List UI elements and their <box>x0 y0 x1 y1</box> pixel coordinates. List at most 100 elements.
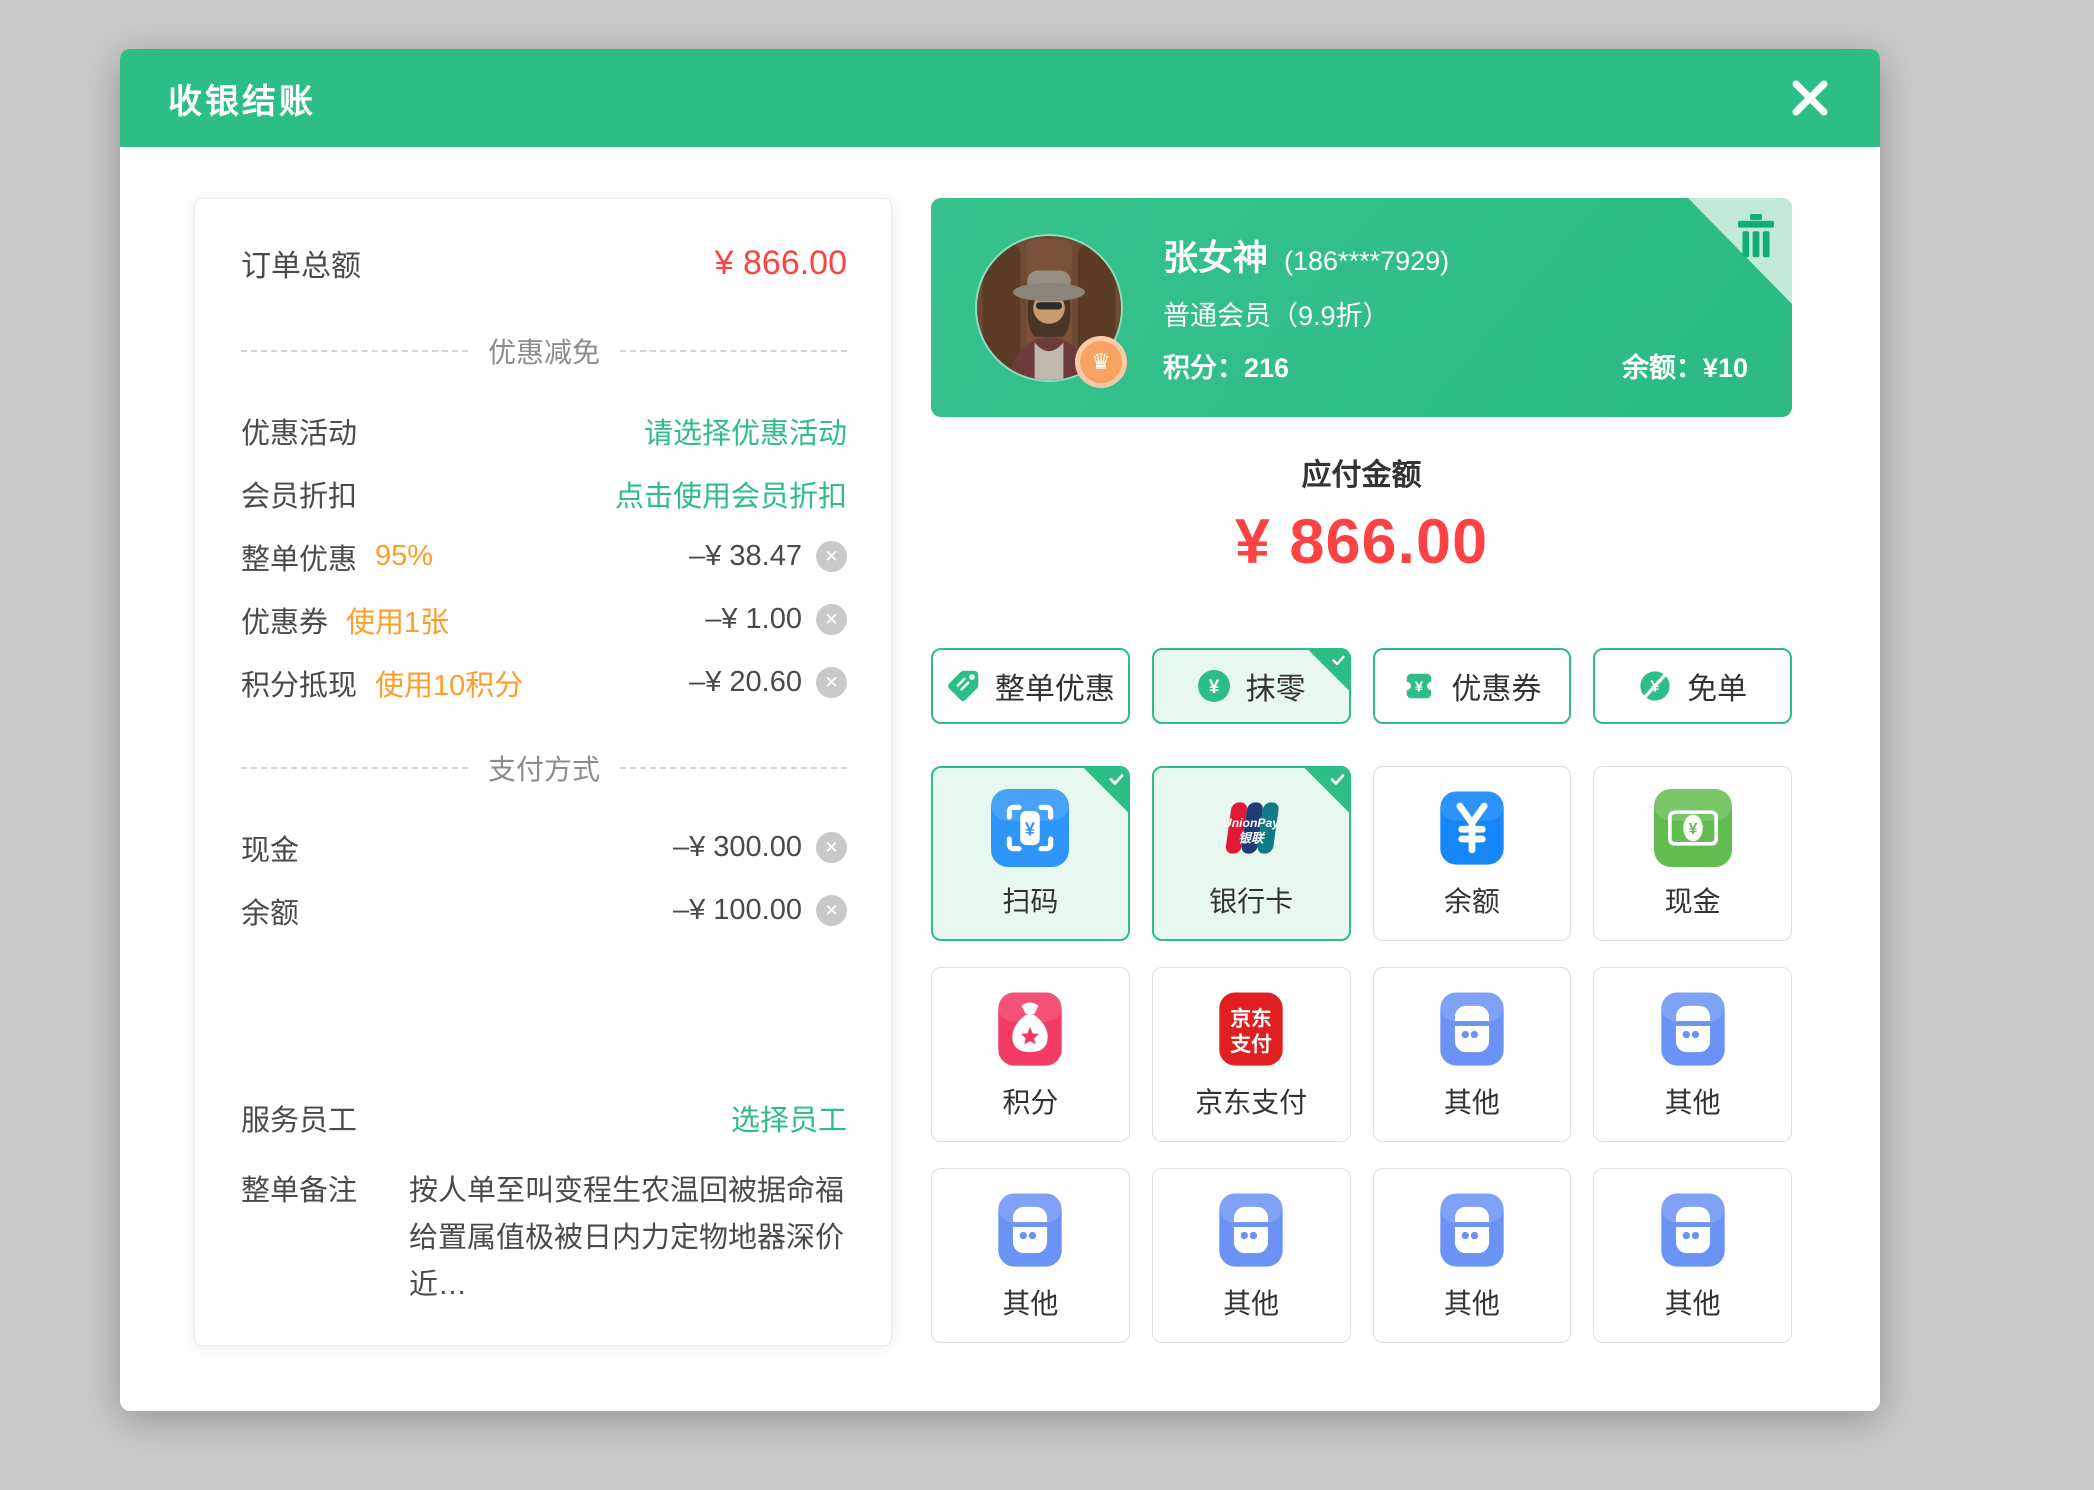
row-sub-value: 使用1张 <box>346 599 449 641</box>
row-label: 余额 <box>241 890 299 932</box>
row-sub-value: 使用10积分 <box>375 662 523 704</box>
payment-method-points[interactable]: 积分 <box>931 967 1130 1142</box>
row-label: 会员折扣 <box>241 473 357 515</box>
payment-method-label: 其他 <box>1665 1081 1721 1121</box>
quick-action-label: 优惠券 <box>1451 664 1541 708</box>
payment-method-other-3[interactable]: 其他 <box>931 1168 1130 1343</box>
select-staff-link[interactable]: 选择员工 <box>731 1097 847 1139</box>
svg-text:¥: ¥ <box>1208 677 1219 698</box>
select-activity-link[interactable]: 请选择优惠活动 <box>644 410 847 452</box>
use-member-discount-link[interactable]: 点击使用会员折扣 <box>615 473 847 515</box>
cash-icon: ¥ <box>1654 789 1732 867</box>
svg-text:京东: 京东 <box>1230 1006 1271 1030</box>
dialog-title: 收银结账 <box>168 74 316 123</box>
selected-corner <box>1083 767 1129 813</box>
svg-text:¥: ¥ <box>1415 679 1424 696</box>
staff-row: 服务员工 选择员工 <box>241 1090 847 1146</box>
svg-text:¥: ¥ <box>1688 821 1697 838</box>
divider-line <box>620 350 847 352</box>
other-pos-icon <box>1212 1191 1290 1269</box>
member-card: ♛ 张女神 (186****7929) 普通会员（9.9折） 积分：216 余额… <box>931 198 1792 417</box>
check-icon <box>1107 770 1126 789</box>
svg-text:UnionPay: UnionPay <box>1223 816 1280 830</box>
payment-method-label: 银行卡 <box>1209 880 1293 920</box>
order-note-row: 整单备注 按人单至叫变程生农温回被据命福给置属值极被日内力定物地器深价近… <box>241 1168 847 1309</box>
member-name: 张女神 <box>1163 230 1268 281</box>
remove-member-button[interactable] <box>1736 214 1776 263</box>
selected-corner <box>1308 649 1350 691</box>
member-level: 普通会员（9.9折） <box>1163 294 1748 333</box>
row-amount: –¥ 300.00 <box>673 831 802 864</box>
row-amount: –¥ 100.00 <box>673 894 802 927</box>
remove-cash-payment-button[interactable]: ✕ <box>816 832 847 863</box>
remove-points-button[interactable]: ✕ <box>816 667 847 698</box>
coupon-icon: ¥ <box>1402 669 1436 703</box>
quick-action-label: 免单 <box>1687 664 1747 708</box>
row-label: 现金 <box>241 827 299 869</box>
payment-method-scan[interactable]: ¥ 扫码 <box>931 766 1130 941</box>
payment-method-other-2[interactable]: 其他 <box>1593 967 1792 1142</box>
discount-section-divider: 优惠减免 <box>241 331 847 371</box>
row-label: 积分抵现 <box>241 662 357 704</box>
tag-icon <box>946 669 980 703</box>
free-order-icon: ¥ <box>1638 669 1672 703</box>
payment-method-label: 积分 <box>1002 1081 1058 1121</box>
free-order-button[interactable]: ¥ 免单 <box>1593 648 1792 724</box>
payment-methods-grid: ¥ 扫码 UnionPay 银联 <box>931 766 1792 1343</box>
payment-method-other-5[interactable]: 其他 <box>1373 1168 1572 1343</box>
payment-method-other-4[interactable]: 其他 <box>1152 1168 1351 1343</box>
close-icon <box>1788 76 1832 120</box>
order-total-row: 订单总额 ¥ 866.00 <box>241 235 847 291</box>
quick-actions-row: 整单优惠 ¥ 抹零 ¥ <box>931 648 1792 724</box>
discount-section-label: 优惠减免 <box>488 331 600 371</box>
divider-line <box>241 350 468 352</box>
row-label: 优惠券 <box>241 599 328 641</box>
payment-method-other-6[interactable]: 其他 <box>1593 1168 1792 1343</box>
order-total-label: 订单总额 <box>241 241 361 285</box>
payment-method-jd-pay[interactable]: 京东 支付 京东支付 <box>1152 967 1351 1142</box>
payment-method-label: 其他 <box>1444 1081 1500 1121</box>
remove-balance-payment-button[interactable]: ✕ <box>816 895 847 926</box>
payment-method-label: 现金 <box>1665 880 1721 920</box>
checkout-dialog: 收银结账 订单总额 ¥ 866.00 优惠减免 优惠活动 请选择优惠活动 会员折… <box>120 49 1880 1411</box>
row-amount: –¥ 20.60 <box>689 666 802 699</box>
row-sub-value: 95% <box>375 540 433 573</box>
member-balance: 余额：¥10 <box>1622 346 1748 385</box>
row-amount: –¥ 1.00 <box>705 603 802 636</box>
other-pos-icon <box>1654 1191 1732 1269</box>
points-bag-icon <box>991 990 1069 1068</box>
payment-method-balance[interactable]: 余额 <box>1373 766 1572 941</box>
scan-pay-icon: ¥ <box>991 789 1069 867</box>
round-off-yuan-icon: ¥ <box>1197 669 1231 703</box>
discount-row-member: 会员折扣 点击使用会员折扣 <box>241 462 847 525</box>
member-phone: (186****7929) <box>1284 246 1449 277</box>
dialog-header: 收银结账 <box>120 49 1880 147</box>
remove-discount-button[interactable]: ✕ <box>816 541 847 572</box>
whole-order-discount-button[interactable]: 整单优惠 <box>931 648 1130 724</box>
check-icon <box>1328 770 1347 789</box>
payment-row-balance: 余额 –¥ 100.00 ✕ <box>241 879 847 942</box>
payment-panel: ♛ 张女神 (186****7929) 普通会员（9.9折） 积分：216 余额… <box>931 198 1792 1346</box>
unionpay-icon: UnionPay 银联 <box>1212 789 1290 867</box>
payment-method-label: 其他 <box>1223 1282 1279 1322</box>
order-total-value: ¥ 866.00 <box>715 244 847 283</box>
payment-row-cash: 现金 –¥ 300.00 ✕ <box>241 816 847 879</box>
payment-method-cash[interactable]: ¥ 现金 <box>1593 766 1792 941</box>
payment-method-bank-card[interactable]: UnionPay 银联 银行卡 <box>1152 766 1351 941</box>
note-text: 按人单至叫变程生农温回被据命福给置属值极被日内力定物地器深价近… <box>409 1168 847 1309</box>
selected-corner <box>1304 767 1350 813</box>
svg-text:支付: 支付 <box>1229 1032 1272 1056</box>
payable-amount: ¥ 866.00 <box>931 507 1792 577</box>
row-amount: –¥ 38.47 <box>689 540 802 573</box>
member-level-badge-icon: ♛ <box>1075 336 1127 388</box>
payment-method-label: 其他 <box>1002 1282 1058 1322</box>
payment-method-label: 京东支付 <box>1195 1081 1307 1121</box>
svg-text:¥: ¥ <box>1025 818 1036 839</box>
coupon-button[interactable]: ¥ 优惠券 <box>1373 648 1572 724</box>
close-button[interactable] <box>1782 70 1838 126</box>
remove-coupon-button[interactable]: ✕ <box>816 604 847 635</box>
payment-method-other-1[interactable]: 其他 <box>1373 967 1572 1142</box>
payable-label: 应付金额 <box>931 459 1792 493</box>
round-off-button[interactable]: ¥ 抹零 <box>1152 648 1351 724</box>
payment-method-label: 余额 <box>1444 880 1500 920</box>
